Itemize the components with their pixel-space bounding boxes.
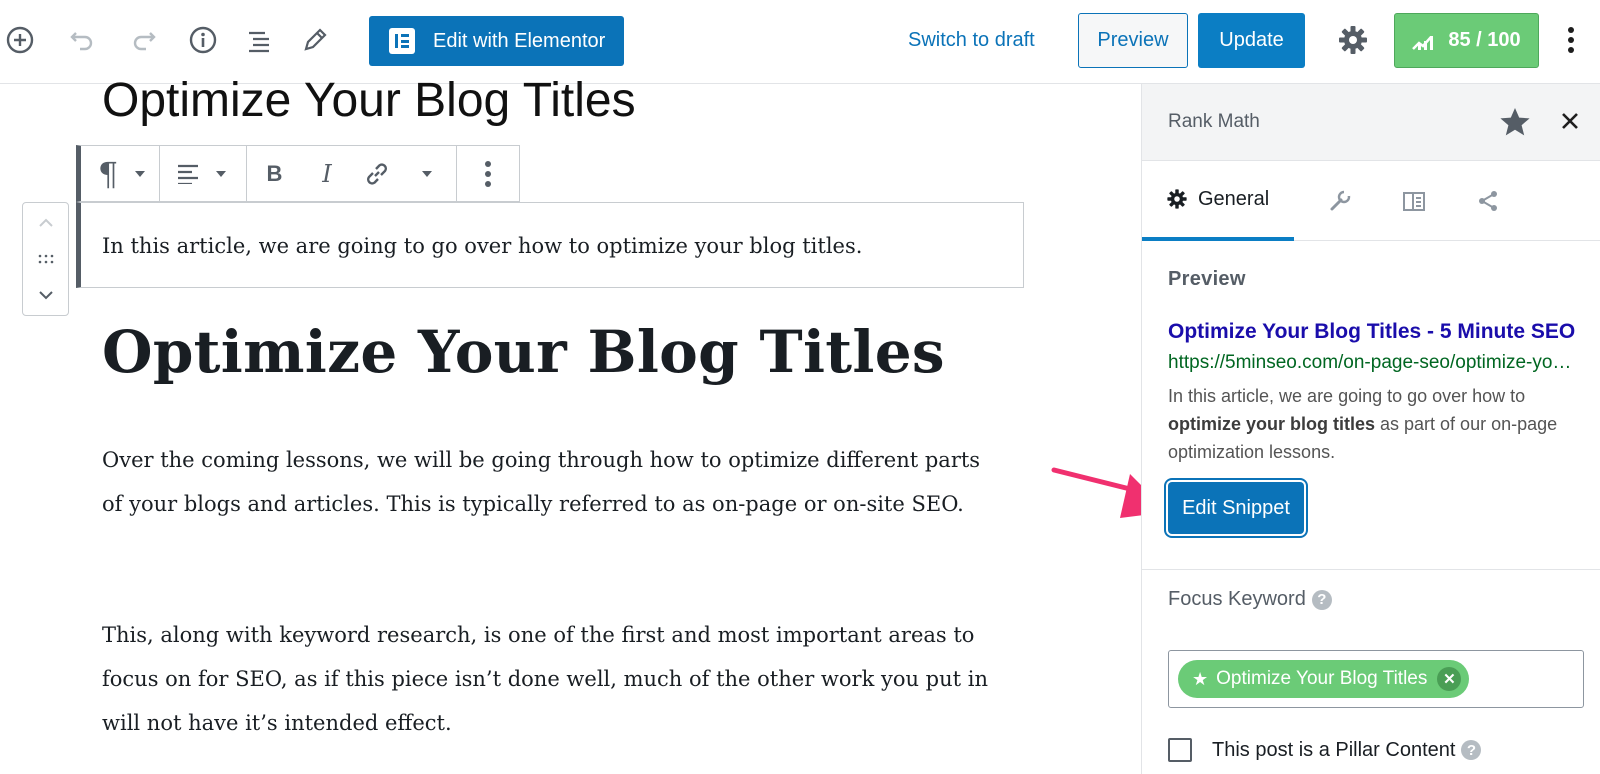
rank-math-score-button[interactable]: 85 / 100 [1394, 13, 1539, 68]
edit-with-elementor-label: Edit with Elementor [433, 29, 606, 52]
tab-general[interactable]: General [1142, 161, 1294, 241]
italic-button[interactable]: I [302, 146, 352, 201]
preview-section-label: Preview [1168, 268, 1246, 290]
outline-icon[interactable] [239, 20, 279, 60]
settings-gear-icon[interactable] [1333, 20, 1373, 60]
seo-score-label: 85 / 100 [1448, 29, 1521, 51]
tab-social[interactable] [1468, 161, 1508, 241]
rank-math-logo-icon [1412, 35, 1434, 50]
paragraph-block-2[interactable]: This, along with keyword research, is on… [102, 613, 1002, 745]
help-icon[interactable]: ? [1311, 589, 1332, 610]
preview-button[interactable]: Preview [1078, 13, 1188, 68]
more-rich-text-dropdown[interactable] [402, 146, 452, 201]
chevron-down-icon [216, 170, 226, 177]
pillar-content-label: This post is a Pillar Content [1212, 738, 1456, 761]
bold-button[interactable]: B [247, 146, 302, 201]
schema-icon [1403, 192, 1425, 211]
tab-general-label: General [1198, 187, 1270, 210]
focus-keyword-tag: ★ Optimize Your Blog Titles ✕ [1178, 660, 1470, 698]
heading-block[interactable]: Optimize Your Blog Titles [102, 318, 945, 386]
tab-advanced[interactable] [1320, 161, 1360, 241]
update-button[interactable]: Update [1198, 13, 1305, 68]
serp-desc-start: In this article, we are going to go over… [1168, 386, 1526, 406]
more-vertical-icon[interactable] [1551, 20, 1591, 60]
serp-desc-keyword: optimize your blog titles [1168, 414, 1376, 434]
paragraph-icon: ¶ [97, 154, 119, 193]
chevron-down-icon [135, 170, 145, 177]
redo-icon[interactable] [124, 20, 164, 60]
focus-keyword-label-text: Focus Keyword [1168, 588, 1306, 610]
block-mover [22, 202, 69, 316]
formatting-controls: B I [247, 146, 457, 201]
move-down-button[interactable] [23, 277, 68, 313]
focus-keyword-label: Focus Keyword? [1168, 588, 1332, 611]
close-icon[interactable] [1560, 111, 1580, 136]
section-divider [1142, 569, 1600, 570]
add-block-icon[interactable] [0, 20, 40, 60]
edit-snippet-button[interactable]: Edit Snippet [1168, 482, 1304, 534]
post-title[interactable]: Optimize Your Blog Titles [102, 72, 636, 130]
pillar-content-checkbox[interactable] [1168, 738, 1192, 762]
switch-to-draft-button[interactable]: Switch to draft [908, 29, 1035, 52]
serp-preview-title[interactable]: Optimize Your Blog Titles - 5 Minute SEO [1168, 320, 1578, 344]
focus-keyword-value: Optimize Your Blog Titles [1216, 668, 1428, 689]
pillar-content-option: This post is a Pillar Content ? [1168, 738, 1482, 762]
sidebar-title: Rank Math [1168, 111, 1260, 132]
tab-schema[interactable] [1394, 161, 1434, 241]
block-type-switcher[interactable]: ¶ [81, 146, 160, 201]
move-up-button[interactable] [23, 205, 68, 241]
block-toolbar: ¶ B I [76, 145, 520, 202]
serp-title-text: Optimize Your Blog Titles - 5 Minute SEO [1168, 320, 1576, 343]
info-icon[interactable] [183, 20, 223, 60]
align-left-icon [160, 146, 216, 201]
sidebar-tabs: General [1142, 161, 1600, 241]
paragraph-block-1[interactable]: Over the coming lessons, we will be goin… [102, 438, 1002, 526]
serp-preview-description: In this article, we are going to go over… [1168, 382, 1573, 466]
serp-preview-url: https://5minseo.com/on-page-seo/optimize… [1168, 352, 1578, 373]
star-icon[interactable] [1499, 106, 1531, 143]
gear-icon [1167, 189, 1187, 209]
wrench-icon [1330, 190, 1351, 211]
link-icon[interactable] [352, 146, 402, 201]
focus-keyword-input[interactable]: ★ Optimize Your Blog Titles ✕ [1168, 650, 1584, 708]
block-more-options[interactable] [457, 146, 519, 201]
edit-with-elementor-button[interactable]: Edit with Elementor [369, 16, 624, 66]
align-dropdown[interactable] [160, 146, 247, 201]
undo-icon[interactable] [62, 20, 102, 60]
help-icon[interactable]: ? [1461, 740, 1482, 760]
more-vertical-icon [457, 146, 519, 201]
rank-math-sidebar: Rank Math General Preview Optimize Your … [1141, 84, 1600, 774]
star-icon: ★ [1192, 668, 1209, 689]
edit-tools-icon[interactable] [295, 20, 335, 60]
remove-keyword-icon[interactable]: ✕ [1437, 667, 1462, 691]
elementor-logo-icon [389, 28, 415, 54]
selected-paragraph-block[interactable]: In this article, we are going to go over… [76, 202, 1024, 288]
drag-handle-icon[interactable] [23, 241, 68, 277]
share-icon [1479, 191, 1497, 211]
chevron-down-icon [422, 170, 432, 177]
sidebar-header: Rank Math [1142, 84, 1600, 161]
